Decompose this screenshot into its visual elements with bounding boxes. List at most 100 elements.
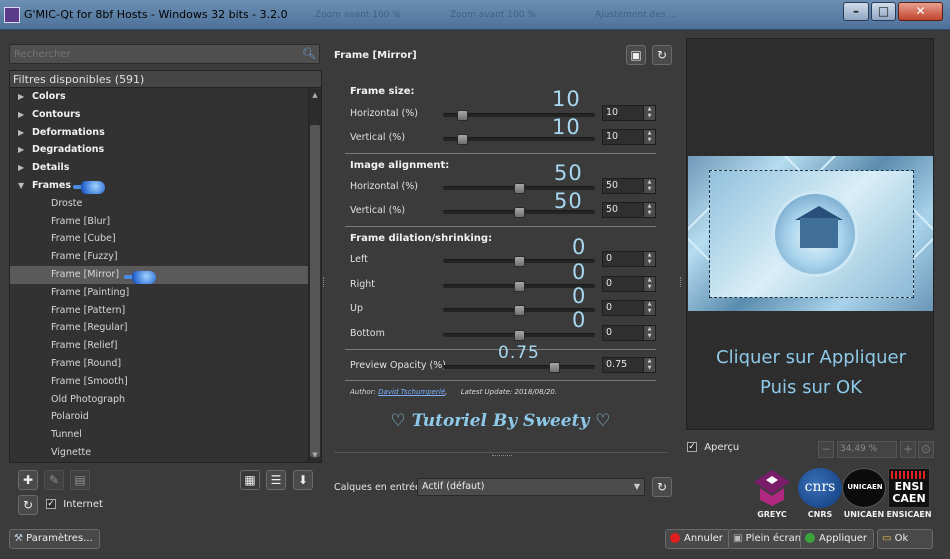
slider-handle[interactable] bbox=[457, 110, 468, 121]
refresh-layers-icon[interactable]: ↻ bbox=[652, 477, 672, 497]
filter-item[interactable]: Frame [Blur] bbox=[10, 213, 321, 231]
filter-tree-rows: ▶ Colors ▶ Contours ▶ Deformations ▶ Degradatio… bbox=[10, 88, 321, 462]
filter-item[interactable]: Frame [Relief] bbox=[10, 337, 321, 355]
maximize-button[interactable]: □ bbox=[871, 2, 896, 21]
expand-collapse-icon[interactable]: ☰ bbox=[266, 470, 286, 490]
splitter-handle[interactable] bbox=[492, 455, 512, 458]
slider-handle[interactable] bbox=[514, 207, 525, 218]
filter-item[interactable]: Frame [Painting] bbox=[10, 284, 321, 302]
author-link[interactable]: David Tschumperlé bbox=[378, 388, 445, 396]
slider-handle[interactable] bbox=[457, 134, 468, 145]
filter-item[interactable]: Frame [Cube] bbox=[10, 230, 321, 248]
filter-item[interactable]: Old Photograph bbox=[10, 391, 321, 409]
filter-category[interactable]: ▶ Colors bbox=[10, 88, 321, 106]
dilation-bottom-slider[interactable] bbox=[443, 330, 595, 341]
slider-handle[interactable] bbox=[549, 362, 560, 373]
download-icon[interactable]: ⬇ bbox=[293, 470, 313, 490]
input-layers-select[interactable]: Actif (défaut) ▼ bbox=[417, 478, 645, 496]
filter-item[interactable]: Polaroid bbox=[10, 408, 321, 426]
scrollbar-thumb[interactable] bbox=[310, 125, 320, 457]
ok-button[interactable]: ▭ Ok bbox=[877, 529, 933, 549]
filter-item[interactable]: Vignette bbox=[10, 444, 321, 462]
filter-item[interactable]: Droste bbox=[10, 195, 321, 213]
scroll-up-arrow-icon[interactable]: ▲ bbox=[310, 91, 320, 101]
preview-checkbox-row[interactable]: ✓ Aperçu bbox=[687, 442, 739, 453]
slider-handle[interactable] bbox=[514, 330, 525, 341]
slider-handle[interactable] bbox=[514, 256, 525, 267]
internet-checkbox[interactable]: ✓ bbox=[46, 499, 56, 509]
handwritten-note: 50 bbox=[554, 161, 583, 185]
title-bar: G'MIC-Qt for 8bf Hosts - Windows 32 bits… bbox=[0, 0, 950, 30]
fullscreen-button[interactable]: ▣ Plein écran bbox=[728, 529, 809, 549]
align-vertical-spinbox[interactable]: 50 ▲ ▼ bbox=[602, 202, 656, 218]
copy-to-clipboard-icon[interactable]: ▣ bbox=[626, 45, 646, 65]
preview-checkbox[interactable]: ✓ bbox=[687, 442, 697, 452]
filter-label: Frame [Mirror] bbox=[51, 268, 120, 280]
align-horizontal-spinbox[interactable]: 50 ▲ ▼ bbox=[602, 178, 656, 194]
chevron-right-icon[interactable]: ▶ bbox=[18, 159, 24, 177]
filter-item[interactable]: Frame [Pattern] bbox=[10, 302, 321, 320]
preview-opacity-spinbox[interactable]: 0.75 ▲ ▼ bbox=[602, 357, 656, 373]
filter-category[interactable]: ▼ Frames bbox=[10, 177, 321, 195]
logo-label: ENSICAEN bbox=[886, 510, 932, 519]
zoom-reset-icon[interactable]: ⊙ bbox=[918, 441, 934, 458]
size-horizontal-spinbox[interactable]: 10 ▲ ▼ bbox=[602, 105, 656, 121]
zoom-out-icon[interactable]: − bbox=[818, 441, 834, 458]
zoom-in-icon[interactable]: + bbox=[900, 441, 916, 458]
add-favorite-icon[interactable]: ✚ bbox=[18, 470, 38, 490]
preview-opacity-slider[interactable] bbox=[443, 362, 595, 373]
slider-handle[interactable] bbox=[514, 281, 525, 292]
zoom-value[interactable]: 34,49 % bbox=[837, 441, 897, 458]
chevron-right-icon[interactable]: ▶ bbox=[18, 88, 24, 106]
cancel-icon bbox=[670, 533, 680, 543]
minimize-button[interactable]: – bbox=[843, 2, 869, 21]
handwritten-note: 0.75 bbox=[498, 343, 540, 363]
dilation-bottom-spinbox[interactable]: 0 ▲ ▼ bbox=[602, 325, 656, 341]
chevron-right-icon[interactable]: ▶ bbox=[18, 124, 24, 142]
slider-handle[interactable] bbox=[514, 183, 525, 194]
dilation-up-spinbox[interactable]: 0 ▲ ▼ bbox=[602, 300, 656, 316]
search-input[interactable] bbox=[10, 45, 295, 63]
align-vertical-slider[interactable] bbox=[443, 207, 595, 218]
filter-item[interactable]: Frame [Smooth] bbox=[10, 373, 321, 391]
apply-button[interactable]: Appliquer bbox=[800, 529, 875, 549]
splitter-handle[interactable] bbox=[323, 277, 326, 287]
dilation-right-spinbox[interactable]: 0 ▲ ▼ bbox=[602, 276, 656, 292]
filter-category[interactable]: ▶ Details bbox=[10, 159, 321, 177]
filter-item[interactable]: Frame [Regular] bbox=[10, 319, 321, 337]
filter-category[interactable]: ▶ Deformations bbox=[10, 124, 321, 142]
visibility-toggle-icon[interactable]: ▦ bbox=[240, 470, 260, 490]
scroll-down-arrow-icon[interactable]: ▼ bbox=[310, 451, 320, 461]
preview-area[interactable]: Cliquer sur Appliquer Puis sur OK bbox=[686, 38, 934, 430]
filter-item[interactable]: Frame [Mirror] bbox=[10, 265, 321, 284]
close-button[interactable]: ✕ bbox=[898, 2, 943, 21]
filter-category[interactable]: ▶ Degradations bbox=[10, 141, 321, 159]
dilation-left-spinbox[interactable]: 0 ▲ ▼ bbox=[602, 251, 656, 267]
filter-search-box[interactable]: 🔍︎ bbox=[9, 44, 320, 64]
chevron-right-icon[interactable]: ▶ bbox=[18, 106, 24, 124]
filter-item[interactable]: Tunnel bbox=[10, 426, 321, 444]
separator bbox=[345, 153, 656, 154]
background-window-text: Ajustement des ... bbox=[595, 10, 677, 20]
refresh-filters-icon[interactable]: ↻ bbox=[18, 495, 38, 515]
remove-favorite-icon[interactable]: ✎ bbox=[44, 470, 64, 490]
chevron-down-icon[interactable]: ▼ bbox=[18, 177, 24, 195]
settings-button[interactable]: ⚒ Paramètres... bbox=[9, 529, 100, 549]
chevron-right-icon[interactable]: ▶ bbox=[18, 141, 24, 159]
splitter-handle[interactable] bbox=[680, 277, 683, 287]
filter-category[interactable]: ▶ Contours bbox=[10, 106, 321, 124]
slider-handle[interactable] bbox=[514, 305, 525, 316]
filter-item[interactable]: Frame [Fuzzy] bbox=[10, 248, 321, 266]
rename-favorite-icon[interactable]: ▤ bbox=[70, 470, 90, 490]
size-vertical-spinbox[interactable]: 10 ▲ ▼ bbox=[602, 129, 656, 145]
filter-title: Frame [Mirror] bbox=[334, 50, 417, 61]
filter-tree-scrollbar[interactable]: ▲ ▼ bbox=[308, 89, 321, 462]
search-icon[interactable]: 🔍︎ bbox=[302, 47, 316, 61]
cancel-button[interactable]: Annuler bbox=[665, 529, 730, 549]
background-window-text: Zoom avant 100 % bbox=[315, 10, 401, 20]
reset-parameters-icon[interactable]: ↻ bbox=[652, 45, 672, 65]
size-vertical-slider[interactable] bbox=[443, 134, 595, 145]
internet-checkbox-row[interactable]: ✓ Internet bbox=[46, 499, 103, 510]
param-label: Preview Opacity (%) bbox=[350, 360, 446, 371]
filter-item[interactable]: Frame [Round] bbox=[10, 355, 321, 373]
